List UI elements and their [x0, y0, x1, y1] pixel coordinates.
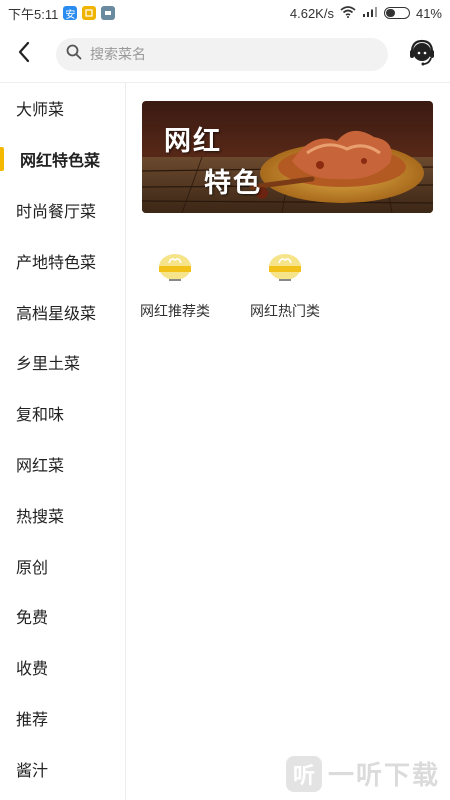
subcategory-card[interactable]: 网红推荐类 [135, 249, 215, 321]
sidebar-item-label: 复和味 [16, 407, 65, 425]
sidebar-item-paid[interactable]: 收费 [0, 642, 125, 693]
chef-logo-icon [155, 249, 195, 289]
signal-icon [362, 6, 378, 21]
sidebar-item-compound-flavor[interactable]: 复和味 [0, 388, 125, 439]
sidebar-item-label: 原创 [16, 559, 49, 577]
status-time: 下午5:11 [8, 6, 59, 22]
wifi-icon [340, 5, 356, 21]
search-input[interactable] [90, 46, 378, 62]
sidebar-item-internet-famous-special[interactable]: 网红特色菜 [0, 134, 125, 185]
sidebar-item-free[interactable]: 免费 [0, 591, 125, 642]
sidebar-item-label: 大师菜 [16, 102, 65, 120]
subcategory-label: 网红推荐类 [140, 303, 210, 319]
gallery-app-icon [101, 6, 116, 20]
search-icon [66, 44, 82, 65]
subcategory-label: 网红热门类 [250, 303, 320, 319]
network-speed: 4.62K/s [289, 5, 334, 21]
battery-percent: 41% [415, 5, 442, 21]
banner-title-line2: 特色 [204, 168, 262, 199]
security-app-icon: 安 [63, 6, 78, 21]
sidebar-item-recommended[interactable]: 推荐 [0, 693, 125, 744]
sidebar-item-label: 免费 [16, 610, 49, 628]
sidebar-item-fashion-restaurant[interactable]: 时尚餐厅菜 [0, 185, 125, 236]
sidebar-item-rustic[interactable]: 乡里土菜 [0, 337, 125, 388]
category-banner[interactable]: 网红 特色 [142, 101, 433, 213]
back-button[interactable] [0, 30, 48, 78]
sidebar-item-label: 热搜菜 [16, 508, 65, 526]
watermark: 听 一听下载 [285, 755, 440, 792]
sidebar-item-label: 产地特色菜 [16, 254, 97, 272]
subcategory-grid: 网红推荐类 网红热门类 [135, 249, 325, 321]
sidebar-item-high-end-star[interactable]: 高档星级菜 [0, 286, 125, 337]
sidebar-item-hot-search[interactable]: 热搜菜 [0, 489, 125, 540]
sidebar-item-original[interactable]: 原创 [0, 540, 125, 591]
sidebar-item-master[interactable]: 大师菜 [0, 83, 125, 134]
sidebar-item-label: 酱汁 [16, 762, 49, 780]
watermark-text: 一听下载 [327, 760, 440, 790]
status-left: 下午5:11 安 [8, 4, 116, 23]
sidebar-item-label: 推荐 [16, 711, 49, 729]
battery-fill [385, 9, 395, 17]
banner-title-line1: 网红 [164, 126, 222, 157]
notes-app-icon [82, 6, 97, 20]
search-bar[interactable] [56, 37, 388, 71]
sidebar-item-label: 乡里土菜 [16, 356, 81, 374]
sidebar-item-sauce[interactable]: 酱汁 [0, 743, 125, 794]
main-content: 网红 特色 网红推荐类 网红热门类 听 一听下载 [127, 83, 450, 800]
sidebar-item-label: 高档星级菜 [16, 305, 97, 323]
watermark-logo-icon: 听 [285, 755, 322, 792]
customer-service-button[interactable] [394, 30, 450, 78]
chef-logo-icon [265, 249, 305, 289]
status-bar: 下午5:11 安 4.62K/s 41% [0, 0, 450, 26]
battery-icon [383, 7, 410, 19]
sidebar-item-label: 网红菜 [16, 457, 65, 475]
category-sidebar: 大师菜 网红特色菜 时尚餐厅菜 产地特色菜 高档星级菜 乡里土菜 复和味 网红菜… [0, 83, 126, 800]
sidebar-item-label: 时尚餐厅菜 [16, 203, 97, 221]
sidebar-item-internet-famous[interactable]: 网红菜 [0, 439, 125, 490]
sidebar-item-label: 网红特色菜 [20, 153, 101, 171]
subcategory-card[interactable]: 网红热门类 [245, 249, 325, 321]
sidebar-item-origin-special[interactable]: 产地特色菜 [0, 235, 125, 286]
status-right: 4.62K/s 41% [290, 6, 442, 21]
chevron-left-icon [17, 41, 31, 68]
sidebar-item-label: 收费 [16, 661, 49, 679]
headset-icon [407, 37, 437, 72]
header [0, 26, 450, 82]
